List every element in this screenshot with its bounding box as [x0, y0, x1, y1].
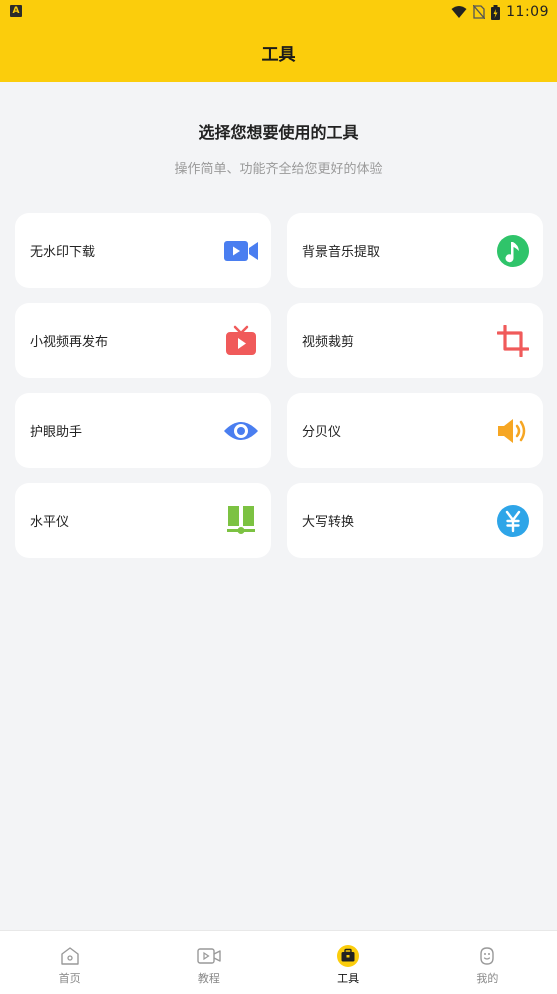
- status-bar: A 11:09: [0, 0, 557, 24]
- status-indicators: 11:09: [451, 2, 549, 22]
- music-note-icon: [495, 233, 531, 269]
- tab-tutorial[interactable]: 教程: [139, 931, 278, 994]
- wifi-icon: [451, 6, 467, 18]
- battery-icon: [491, 4, 501, 20]
- tool-card-watermark-free-download[interactable]: 无水印下载: [15, 213, 271, 288]
- tool-card-video-crop[interactable]: 视频裁剪: [287, 303, 543, 378]
- tab-label: 我的: [476, 972, 499, 985]
- tool-card-uppercase-convert[interactable]: 大写转换: [287, 483, 543, 558]
- tool-label: 护眼助手: [30, 425, 83, 440]
- tool-label: 视频裁剪: [302, 335, 355, 350]
- profile-icon: [475, 945, 499, 967]
- tool-card-decibel-meter[interactable]: 分贝仪: [287, 393, 543, 468]
- level-icon: [223, 503, 259, 539]
- tool-label: 小视频再发布: [30, 335, 109, 350]
- tab-tools[interactable]: 工具: [279, 931, 418, 994]
- tool-card-eye-care[interactable]: 护眼助手: [15, 393, 271, 468]
- intro-title: 选择您想要使用的工具: [198, 123, 359, 142]
- home-icon: [58, 945, 82, 967]
- tool-card-bgm-extract[interactable]: 背景音乐提取: [287, 213, 543, 288]
- tool-grid: 无水印下载 背景音乐提取 小视频再发布 视频裁剪 护眼助手 分贝仪 水平仪 大写…: [15, 213, 543, 558]
- crop-icon: [495, 323, 531, 359]
- tool-card-short-video-repost[interactable]: 小视频再发布: [15, 303, 271, 378]
- toolbox-icon: [336, 945, 360, 967]
- status-time: 11:09: [506, 4, 549, 20]
- tab-home[interactable]: 首页: [0, 931, 139, 994]
- tab-label: 教程: [197, 972, 220, 985]
- tool-card-spirit-level[interactable]: 水平仪: [15, 483, 271, 558]
- tool-label: 水平仪: [30, 515, 70, 530]
- video-camera-icon: [223, 233, 259, 269]
- tool-label: 大写转换: [302, 515, 355, 530]
- app-header: A 11:09 工具: [0, 0, 557, 82]
- page-title: 工具: [261, 45, 296, 65]
- no-sim-icon: [473, 5, 486, 19]
- tab-label: 工具: [337, 972, 360, 985]
- speaker-icon: [495, 413, 531, 449]
- notification-app-icon: A: [10, 5, 22, 17]
- video-icon: [197, 945, 221, 967]
- tool-label: 背景音乐提取: [302, 245, 381, 260]
- bottom-tab-bar: 首页 教程 工具 我的: [0, 930, 557, 994]
- tool-label: 分贝仪: [302, 425, 342, 440]
- tv-play-icon: [223, 323, 259, 359]
- tab-mine[interactable]: 我的: [418, 931, 557, 994]
- intro-subtitle: 操作简单、功能齐全给您更好的体验: [174, 162, 383, 177]
- tool-label: 无水印下载: [30, 245, 96, 260]
- tab-label: 首页: [58, 972, 81, 985]
- yuan-icon: [495, 503, 531, 539]
- eye-icon: [223, 413, 259, 449]
